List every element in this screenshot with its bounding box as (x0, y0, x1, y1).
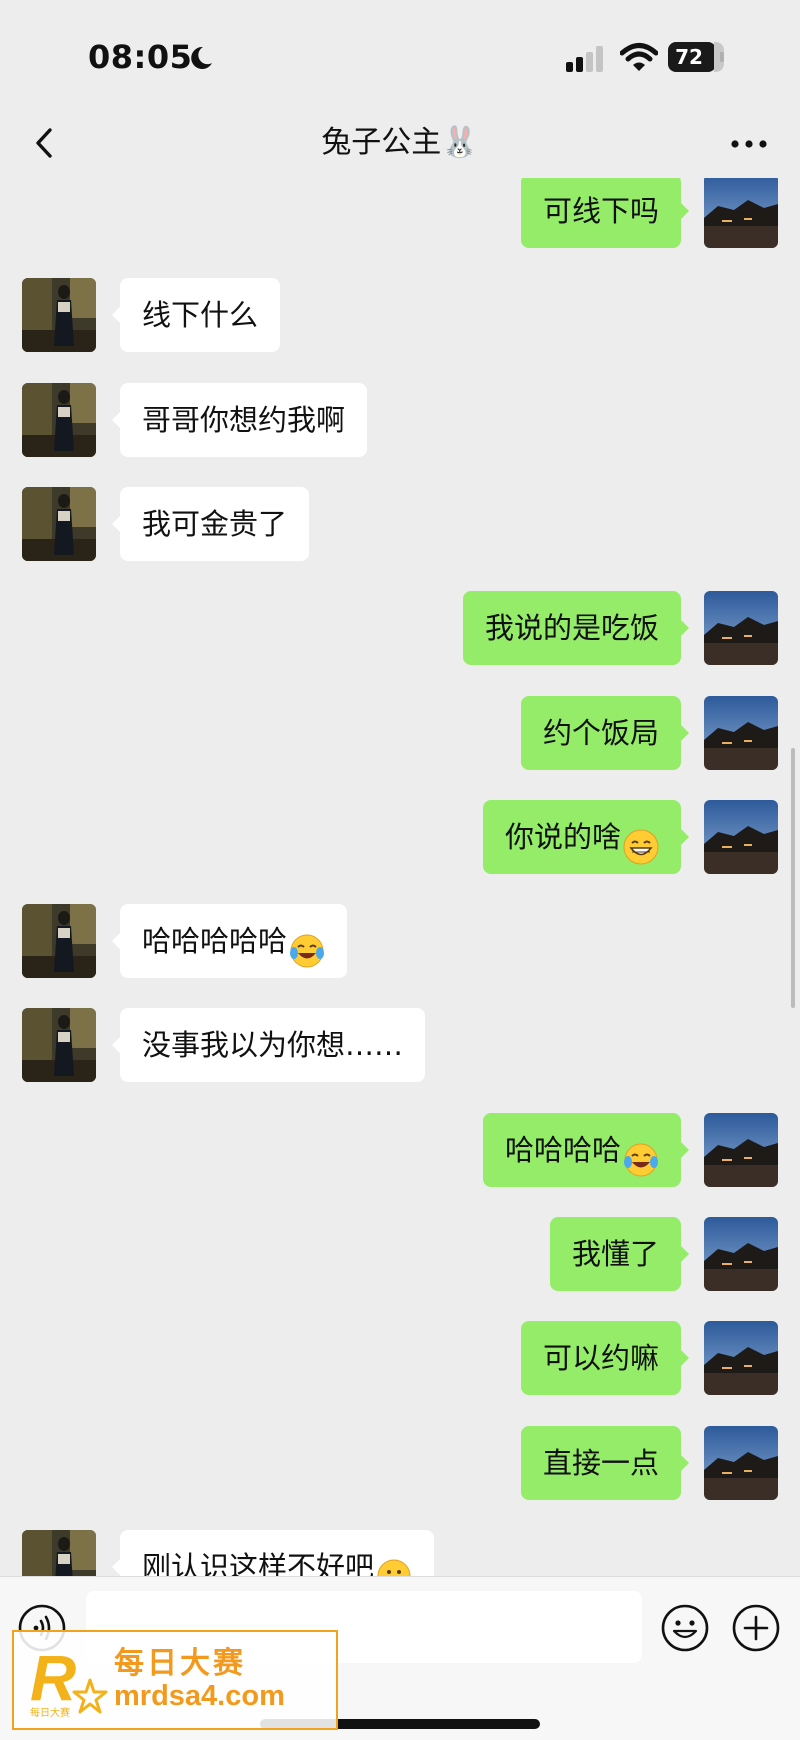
my-avatar[interactable] (704, 1321, 778, 1395)
message-text: 线下什么 (142, 298, 259, 332)
my-avatar[interactable] (704, 591, 778, 665)
message-text: 我懂了 (571, 1237, 659, 1271)
message-row-outgoing: 我说的是吃饭 (0, 591, 800, 667)
status-bar: 08:05 72 (0, 0, 800, 110)
my-avatar[interactable] (704, 178, 778, 248)
chat-header: 兔子公主🐰 (0, 110, 800, 178)
message-bubble[interactable]: 约个饭局 (520, 696, 690, 770)
my-avatar[interactable] (704, 1113, 778, 1187)
message-bubble[interactable]: 哈哈哈哈哈 (111, 904, 348, 978)
my-avatar[interactable] (704, 800, 778, 874)
message-bubble[interactable]: 刚认识这样不好吧 (111, 1530, 435, 1576)
message-bubble[interactable]: 我说的是吃饭 (462, 591, 690, 665)
message-row-incoming: 线下什么 (0, 278, 800, 354)
chat-message-list[interactable]: 可线下吗线下什么哥哥你想约我啊 我可金贵了我说的是吃饭约个饭局你说的啥哈哈哈哈哈没… (0, 178, 800, 1576)
grin-icon (623, 818, 659, 865)
message-bubble[interactable]: 哥哥你想约我啊 (111, 383, 368, 457)
watermark-logo-small-text: 每日大赛 (30, 1706, 70, 1719)
wifi-icon (620, 43, 658, 71)
cellular-signal-icon (566, 46, 603, 72)
message-text: 没事我以为你想…… (142, 1028, 404, 1062)
message-row-outgoing: 哈哈哈哈 (0, 1113, 800, 1189)
battery-indicator: 72 (668, 42, 724, 72)
message-text: 约个饭局 (542, 716, 659, 750)
message-bubble[interactable]: 直接一点 (520, 1426, 690, 1500)
status-time: 08:05 (88, 38, 193, 76)
message-row-outgoing: 我懂了 (0, 1217, 800, 1293)
watermark-logo-letter: R (30, 1642, 76, 1714)
message-text: 哈哈哈哈哈 (142, 924, 288, 958)
message-row-outgoing: 你说的啥 (0, 800, 800, 876)
watermark-title: 每日大赛 (114, 1646, 246, 1681)
my-avatar[interactable] (704, 696, 778, 770)
add-plus-icon[interactable] (731, 1603, 781, 1653)
message-row-outgoing: 可以约嘛 (0, 1321, 800, 1397)
message-row-incoming: 哈哈哈哈哈 (0, 904, 800, 980)
message-bubble[interactable]: 你说的啥 (482, 800, 690, 874)
message-bubble[interactable]: 可线下吗 (520, 178, 690, 248)
message-bubble[interactable]: 没事我以为你想…… (111, 1008, 426, 1082)
contact-avatar[interactable] (22, 1008, 96, 1082)
message-bubble[interactable]: 我可金贵了 (111, 487, 310, 561)
message-bubble[interactable]: 哈哈哈哈 (482, 1113, 690, 1187)
message-text: 哈哈哈哈 (504, 1133, 621, 1167)
chat-title: 兔子公主🐰 (321, 125, 479, 160)
message-bubble[interactable]: 可以约嘛 (520, 1321, 690, 1395)
message-text: 可以约嘛 (542, 1341, 659, 1375)
battery-nub (720, 52, 724, 62)
more-options-icon[interactable] (724, 124, 774, 164)
message-row-incoming: 没事我以为你想…… (0, 1008, 800, 1084)
watermark-logo-icon: R 每日大赛 (30, 1642, 108, 1719)
battery-level: 72 (675, 45, 703, 69)
message-row-incoming: 哥哥你想约我啊 (0, 383, 800, 459)
contact-avatar[interactable] (22, 1530, 96, 1576)
contact-avatar[interactable] (22, 278, 96, 352)
tears-of-joy-icon (623, 1131, 659, 1177)
message-text: 我说的是吃饭 (484, 611, 659, 645)
message-text: 哥哥你想约我啊 (142, 403, 346, 437)
watermark-url: mrdsa4.com (114, 1680, 285, 1712)
contact-avatar[interactable] (22, 487, 96, 561)
thinking-face-icon (376, 1548, 412, 1576)
contact-avatar[interactable] (22, 383, 96, 457)
tears-of-joy-icon (289, 922, 325, 968)
my-avatar[interactable] (704, 1426, 778, 1500)
watermark-badge: R 每日大赛 每日大赛 mrdsa4.com (12, 1630, 338, 1730)
message-text: 可线下吗 (542, 194, 659, 228)
message-text: 你说的啥 (504, 820, 621, 854)
message-text: 直接一点 (542, 1446, 659, 1480)
emoji-picker-icon[interactable] (660, 1603, 710, 1653)
message-row-incoming: 刚认识这样不好吧 (0, 1530, 800, 1576)
message-row-outgoing: 直接一点 (0, 1426, 800, 1502)
my-avatar[interactable] (704, 1217, 778, 1291)
message-bubble[interactable]: 线下什么 (111, 278, 281, 352)
message-row-incoming: 我可金贵了 (0, 487, 800, 563)
contact-avatar[interactable] (22, 904, 96, 978)
message-row-outgoing: 可线下吗 (0, 178, 800, 250)
message-bubble[interactable]: 我懂了 (549, 1217, 690, 1291)
message-row-outgoing: 约个饭局 (0, 696, 800, 772)
message-text: 我可金贵了 (142, 507, 288, 541)
moon-icon (191, 46, 212, 69)
message-text: 刚认识这样不好吧 (142, 1550, 375, 1576)
scroll-indicator[interactable] (791, 748, 795, 1008)
